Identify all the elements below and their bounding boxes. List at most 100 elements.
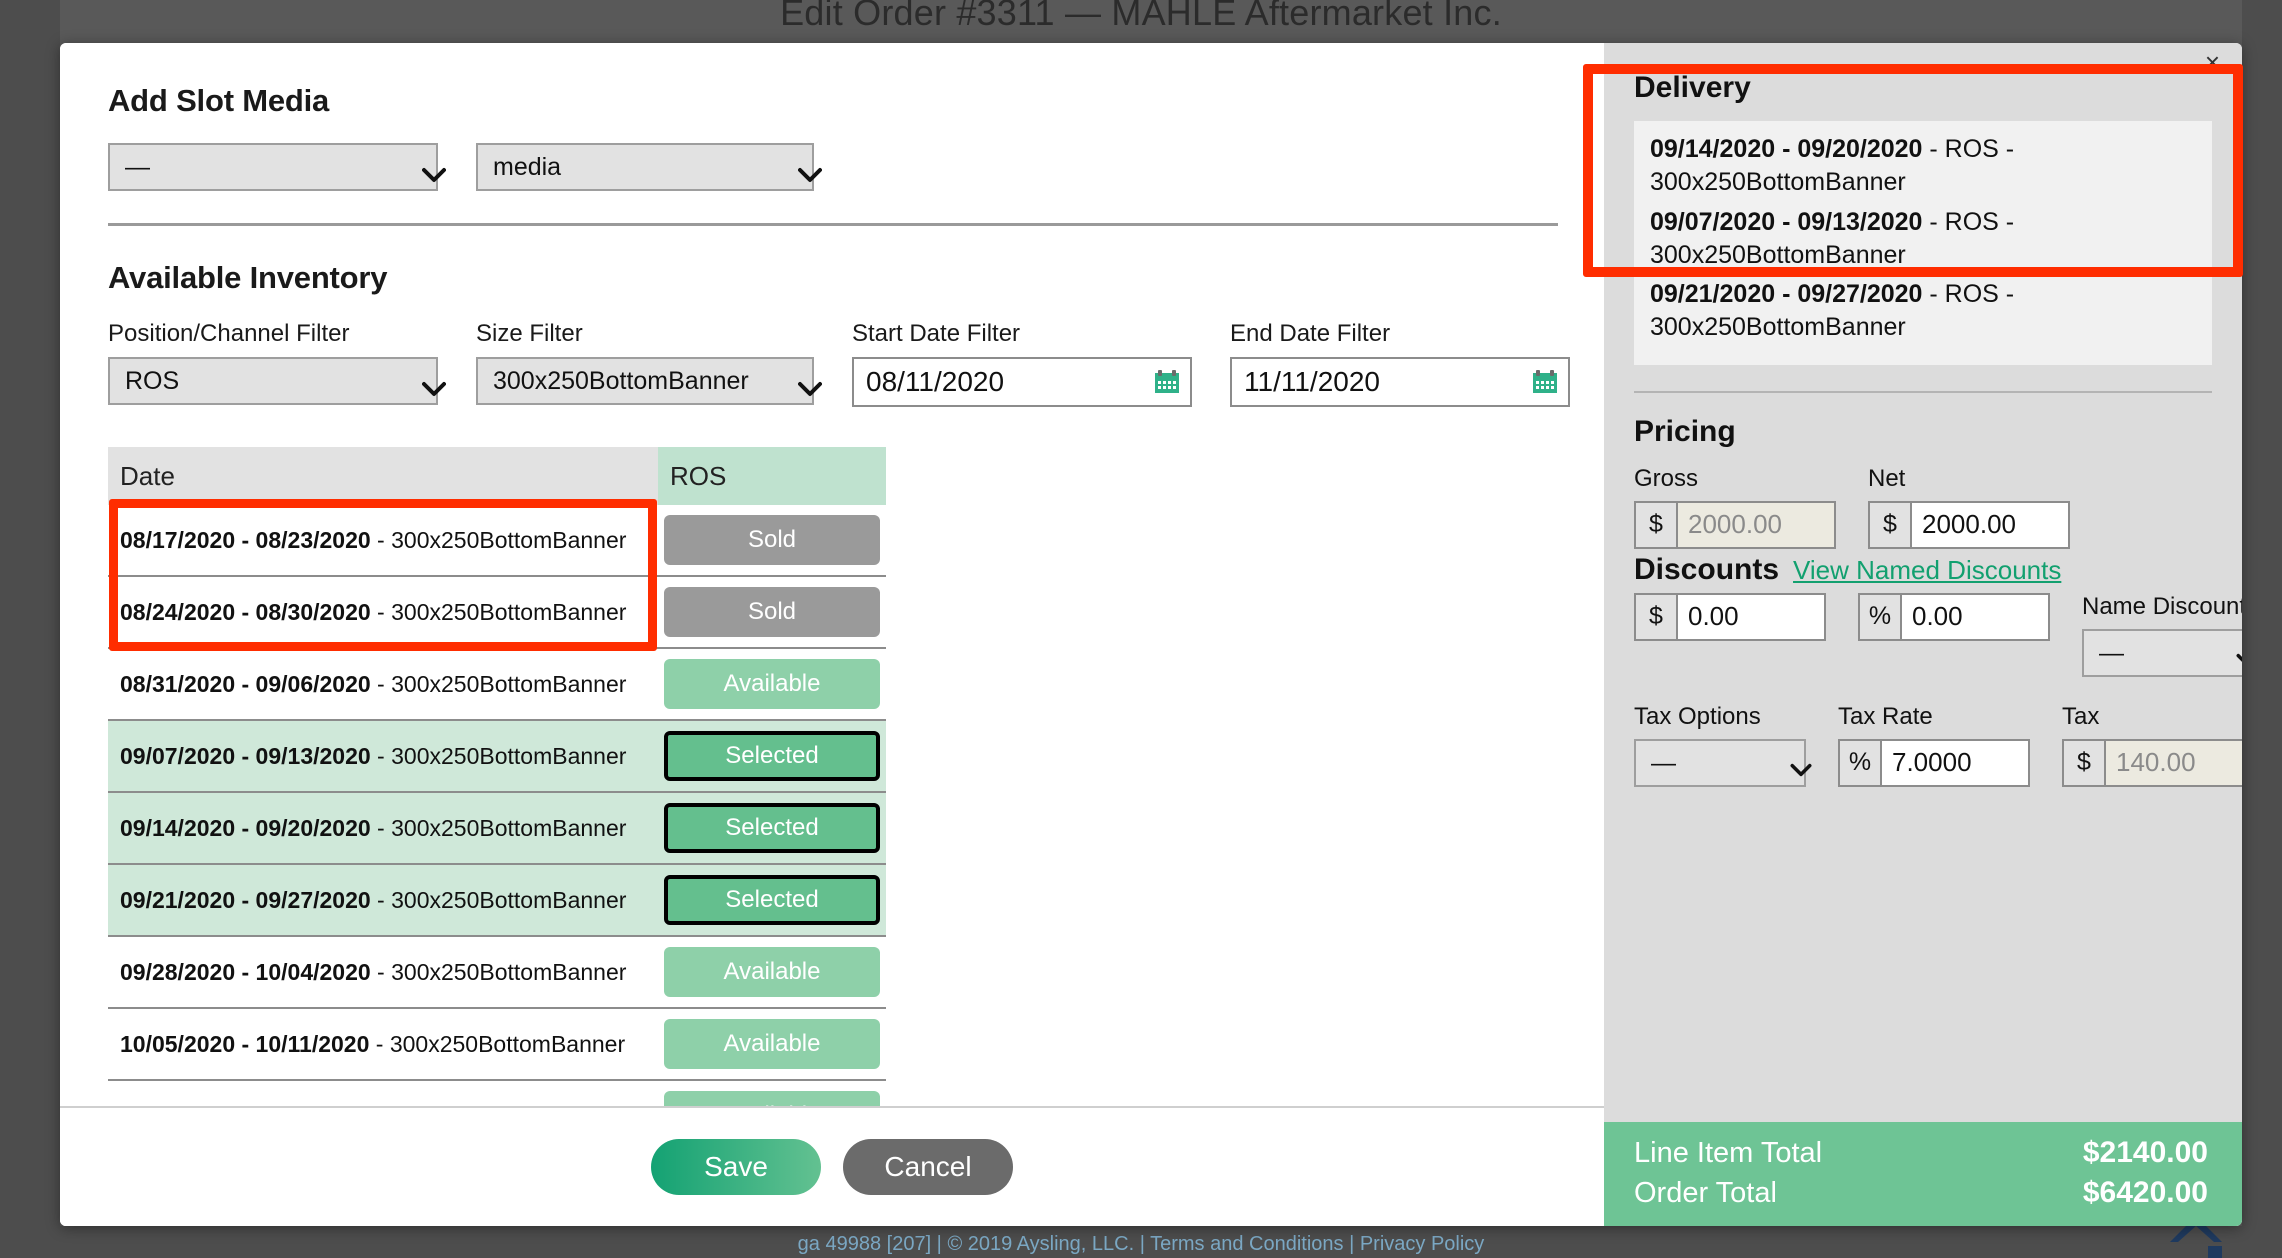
save-button[interactable]: Save [651, 1139, 821, 1195]
status-button-available[interactable]: Available [664, 1019, 880, 1069]
inventory-row-date: 08/24/2020 - 08/30/2020 - 300x250BottomB… [120, 598, 627, 625]
status-button-selected[interactable]: Selected [664, 731, 880, 781]
modal-right-sidebar: × Delivery 09/14/2020 - 09/20/2020 - ROS… [1604, 43, 2242, 1226]
inventory-row-date: 10/05/2020 - 10/11/2020 - 300x250BottomB… [120, 1030, 626, 1057]
table-row[interactable]: 08/31/2020 - 09/06/2020 - 300x250BottomB… [108, 649, 886, 721]
start-date-filter-input[interactable] [852, 357, 1192, 407]
table-row[interactable]: 09/07/2020 - 09/13/2020 - 300x250BottomB… [108, 721, 886, 793]
status-button-selected[interactable]: Selected [664, 803, 880, 853]
slot-select[interactable]: — [108, 143, 438, 191]
close-icon[interactable]: × [2205, 49, 2220, 75]
table-row[interactable]: 09/28/2020 - 10/04/2020 - 300x250BottomB… [108, 937, 886, 1009]
calendar-icon[interactable] [1532, 369, 1558, 395]
background-footer-links: ga 49988 [207] | © 2019 Aysling, LLC. | … [797, 1233, 1485, 1255]
status-button-sold[interactable]: Sold [664, 515, 880, 565]
size-filter-select[interactable]: 300x250BottomBanner [476, 357, 814, 405]
dollar-sign-icon: $ [2062, 738, 2104, 787]
discount-amount-input[interactable]: 0.00 [1676, 592, 1826, 641]
gross-input-group: $ 2000.00 [1634, 500, 1836, 549]
background-right-strip [2242, 0, 2282, 1258]
name-discount-wrapper: — [2082, 628, 2242, 677]
discounts-title: Discounts [1634, 552, 1780, 586]
net-field: Net $ 2000.00 [1868, 465, 2070, 549]
media-select-wrapper: media [476, 143, 822, 191]
inventory-row-status-cell: Selected [658, 875, 886, 925]
end-date-filter-input[interactable] [1230, 357, 1570, 407]
percent-sign-icon: % [1858, 592, 1900, 641]
inventory-row-date: 08/31/2020 - 09/06/2020 - 300x250BottomB… [120, 670, 627, 697]
name-discount-select[interactable]: — [2082, 628, 2242, 677]
sidebar-divider [1634, 390, 2212, 393]
gross-value: 2000.00 [1676, 500, 1836, 549]
percent-sign-icon: % [1838, 738, 1880, 787]
start-date-filter-field: Start Date Filter [852, 320, 1192, 407]
discount-row: $ 0.00 % 0.00 Name Discount — [1634, 592, 2242, 677]
tax-value: 140.00 [2104, 738, 2242, 787]
gross-label: Gross [1634, 464, 1699, 492]
cancel-button[interactable]: Cancel [843, 1139, 1013, 1195]
net-input-group: $ 2000.00 [1868, 500, 2070, 549]
pricing-title: Pricing [1634, 414, 1736, 448]
column-header-ros: ROS [658, 447, 886, 505]
inventory-row-status-cell: Sold [658, 515, 886, 565]
inventory-table: Date ROS 08/17/2020 - 08/23/2020 - 300x2… [108, 447, 886, 1153]
position-channel-filter-label: Position/Channel Filter [108, 320, 350, 347]
table-row[interactable]: 08/17/2020 - 08/23/2020 - 300x250BottomB… [108, 505, 886, 577]
discount-percent-input[interactable]: 0.00 [1900, 592, 2050, 641]
position-channel-filter-field: Position/Channel Filter ROS [108, 320, 446, 407]
inventory-row-date: 09/28/2020 - 10/04/2020 - 300x250BottomB… [120, 958, 627, 985]
discount-amount-field: $ 0.00 [1634, 592, 1826, 677]
divider [108, 223, 1558, 226]
delivery-title: Delivery [1634, 71, 1751, 104]
view-named-discounts-link[interactable]: View Named Discounts [1793, 555, 2061, 586]
status-button-available[interactable]: Available [664, 947, 880, 997]
calendar-icon[interactable] [1154, 369, 1180, 395]
name-discount-field: Name Discount — [2082, 593, 2242, 677]
tax-label: Tax [2062, 702, 2100, 730]
line-item-total-label: Line Item Total [1634, 1137, 1823, 1169]
inventory-filter-row: Position/Channel Filter ROS Size Filter [108, 320, 1570, 407]
modal-footer: Save Cancel [60, 1106, 1604, 1226]
inventory-row-date: 09/07/2020 - 09/13/2020 - 300x250BottomB… [120, 742, 627, 769]
size-filter-label: Size Filter [476, 320, 583, 347]
tax-options-select[interactable]: — [1634, 738, 1806, 787]
inventory-row-date: 09/21/2020 - 09/27/2020 - 300x250BottomB… [120, 886, 627, 913]
order-total-label: Order Total [1634, 1177, 1777, 1209]
order-total-row: Order Total $6420.00 [1634, 1176, 2208, 1210]
tax-options-label: Tax Options [1634, 702, 1761, 730]
inventory-row-status-cell: Sold [658, 587, 886, 637]
table-row[interactable]: 09/14/2020 - 09/20/2020 - 300x250BottomB… [108, 793, 886, 865]
media-select[interactable]: media [476, 143, 814, 191]
status-button-sold[interactable]: Sold [664, 587, 880, 637]
position-channel-filter-select[interactable]: ROS [108, 357, 438, 405]
tax-rate-input[interactable]: 7.0000 [1880, 738, 2030, 787]
net-input[interactable]: 2000.00 [1910, 500, 2070, 549]
dollar-sign-icon: $ [1634, 500, 1676, 549]
tax-row: Tax Options — Tax Rate % 7.0000 Tax $ 14… [1634, 702, 2242, 787]
table-row[interactable]: 10/05/2020 - 10/11/2020 - 300x250BottomB… [108, 1009, 886, 1081]
inventory-row-date: 08/17/2020 - 08/23/2020 - 300x250BottomB… [120, 526, 627, 553]
tax-field: Tax $ 140.00 [2062, 703, 2242, 787]
net-label: Net [1868, 464, 1906, 492]
name-discount-label: Name Discount [2082, 592, 2242, 620]
gross-net-row: Gross $ 2000.00 Net $ 2000.00 [1634, 465, 2212, 549]
start-date-filter-label: Start Date Filter [852, 320, 1021, 347]
dollar-sign-icon: $ [1634, 592, 1676, 641]
status-button-selected[interactable]: Selected [664, 875, 880, 925]
status-button-available[interactable]: Available [664, 659, 880, 709]
dollar-sign-icon: $ [1868, 500, 1910, 549]
end-date-wrapper [1230, 357, 1570, 407]
tax-rate-field: Tax Rate % 7.0000 [1838, 703, 2030, 787]
inventory-table-body: 08/17/2020 - 08/23/2020 - 300x250BottomB… [108, 505, 886, 1153]
gross-field: Gross $ 2000.00 [1634, 465, 1836, 549]
inventory-table-header: Date ROS [108, 447, 886, 505]
discount-amount-group: $ 0.00 [1634, 592, 1826, 641]
table-row[interactable]: 09/21/2020 - 09/27/2020 - 300x250BottomB… [108, 865, 886, 937]
totals-footer: Line Item Total $2140.00 Order Total $64… [1604, 1122, 2242, 1226]
column-header-date: Date [108, 447, 658, 505]
inventory-row-status-cell: Selected [658, 803, 886, 853]
line-item-total-row: Line Item Total $2140.00 [1634, 1136, 2208, 1170]
table-row[interactable]: 08/24/2020 - 08/30/2020 - 300x250BottomB… [108, 577, 886, 649]
inventory-row-date: 09/14/2020 - 09/20/2020 - 300x250BottomB… [120, 814, 627, 841]
available-inventory-title: Available Inventory [108, 260, 388, 295]
